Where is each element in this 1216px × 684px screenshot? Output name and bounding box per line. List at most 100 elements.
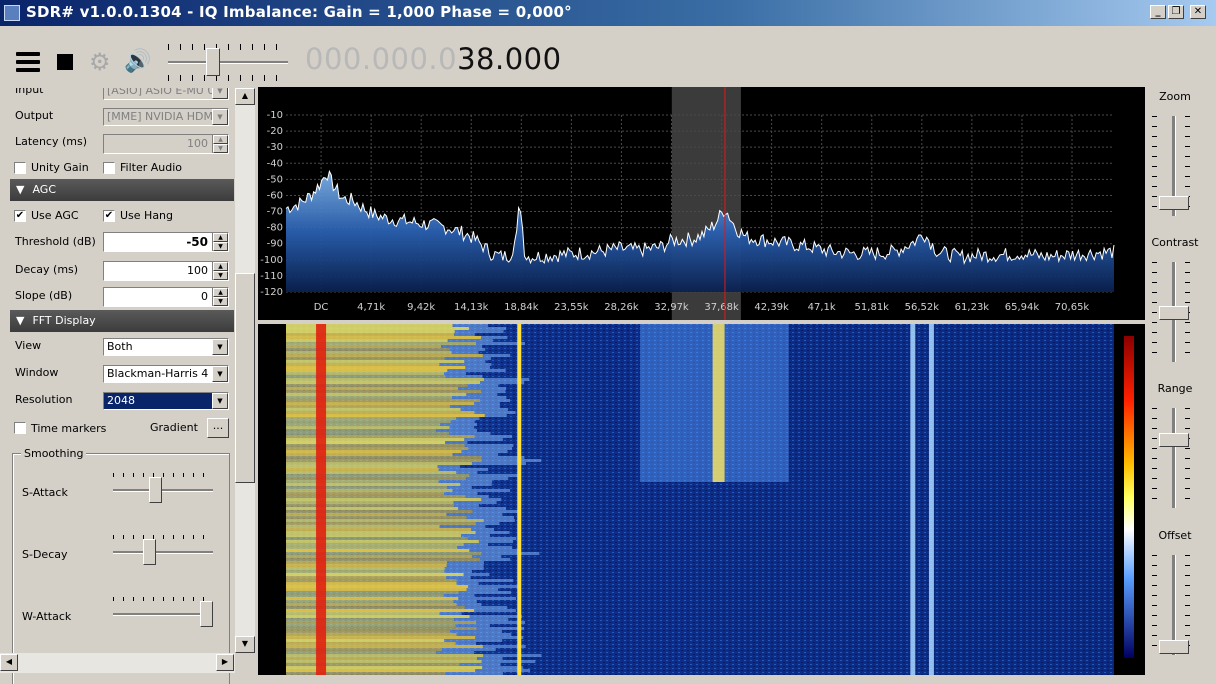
waterfall-row-edge <box>455 642 476 645</box>
app-icon <box>4 5 20 21</box>
stop-icon[interactable] <box>57 54 73 70</box>
waterfall-display[interactable] <box>258 324 1145 675</box>
waterfall-row-edge <box>467 537 517 540</box>
latency-field[interactable]: 100 ▲ ▼ <box>103 134 229 154</box>
s-attack-slider[interactable] <box>113 489 213 492</box>
spectrum-analyzer[interactable]: -10 -20 -30 -40 -50 -60 -70 -80 -90 -100 -110 -120 D… <box>258 87 1145 320</box>
gear-icon[interactable]: ⚙ <box>89 48 111 76</box>
scroll-right-icon[interactable]: ▶ <box>216 654 234 671</box>
waterfall-row <box>286 501 454 504</box>
waterfall-row-edge <box>444 567 484 570</box>
input-device-select[interactable]: [ASIO] ASIO E-MU 0202 ▼ <box>103 88 229 100</box>
waterfall-row-edge <box>444 570 472 573</box>
waterfall-row <box>286 597 459 600</box>
smoothing-groupbox: Smoothing S-Attack S-Decay W-Attack <box>12 447 230 684</box>
waterfall-row <box>286 504 455 507</box>
collapse-triangle-icon[interactable]: ▼ <box>16 183 24 196</box>
minimize-button[interactable]: _ <box>1150 5 1166 19</box>
volume-slider[interactable] <box>168 61 288 64</box>
scroll-down-icon[interactable]: ▼ <box>235 636 255 653</box>
waterfall-row <box>286 582 457 585</box>
scroll-up-icon[interactable]: ▲ <box>235 88 255 105</box>
spin-up-icon[interactable]: ▲ <box>213 233 228 242</box>
unity-gain-checkbox[interactable] <box>14 162 26 174</box>
output-device-select[interactable]: [MME] NVIDIA HDMI ▼ <box>103 108 229 126</box>
offset-slider-thumb[interactable] <box>1159 640 1189 654</box>
waterfall-row <box>286 381 481 384</box>
frequency-leading-digits[interactable]: 000.000.0 <box>305 42 457 76</box>
waterfall-row-edge <box>445 672 503 675</box>
speaker-icon[interactable]: 🔊 <box>124 49 151 74</box>
waterfall-row <box>286 399 481 402</box>
chevron-down-icon[interactable]: ▼ <box>212 366 228 382</box>
volume-ticks <box>168 75 288 81</box>
waterfall-row <box>286 396 453 399</box>
waterfall-row-edge <box>480 336 508 339</box>
filter-audio-checkbox[interactable] <box>103 162 115 174</box>
volume-slider-thumb[interactable] <box>206 48 220 76</box>
time-markers-checkbox[interactable] <box>14 422 26 434</box>
waterfall-row <box>286 654 484 657</box>
fft-display-section-header[interactable]: ▼ FFT Display <box>10 310 234 332</box>
use-hang-checkbox[interactable]: ✔ <box>103 210 115 222</box>
right-panel: Zoom Contrast Range Offset <box>1145 88 1216 684</box>
zoom-slider-thumb[interactable] <box>1159 196 1189 210</box>
spectrum-chart[interactable]: -10 -20 -30 -40 -50 -60 -70 -80 -90 -100 -110 -120 D… <box>258 87 1145 320</box>
s-attack-slider-thumb[interactable] <box>149 477 162 503</box>
waterfall-row <box>286 483 461 486</box>
contrast-slider-thumb[interactable] <box>1159 306 1189 320</box>
scroll-left-icon[interactable]: ◀ <box>0 654 18 671</box>
window-select[interactable]: Blackman-Harris 4 ▼ <box>103 365 229 383</box>
waterfall-row-edge <box>447 561 485 564</box>
w-attack-slider-thumb[interactable] <box>200 601 213 627</box>
frequency-display[interactable]: 000.000.038.000 <box>305 42 562 76</box>
waterfall-row <box>286 354 483 357</box>
left-panel-vertical-scrollbar[interactable]: ▲ ▼ <box>235 88 255 653</box>
spin-down-icon[interactable]: ▼ <box>213 297 228 306</box>
resolution-select[interactable]: 2048 ▼ <box>103 392 229 410</box>
left-panel-horizontal-scrollbar[interactable]: ◀ ▶ <box>0 653 235 673</box>
x-tick-label: 70,65k <box>1055 302 1090 313</box>
hamburger-icon[interactable] <box>16 52 40 72</box>
s-decay-slider-thumb[interactable] <box>143 539 156 565</box>
collapse-triangle-icon[interactable]: ▼ <box>16 314 24 327</box>
chevron-down-icon[interactable]: ▼ <box>212 393 228 409</box>
spin-down-icon[interactable]: ▼ <box>213 144 228 153</box>
agc-section-header[interactable]: ▼ AGC <box>10 179 234 201</box>
frequency-active-digits[interactable]: 38.000 <box>457 42 561 76</box>
spin-up-icon[interactable]: ▲ <box>213 262 228 271</box>
range-slider-thumb[interactable] <box>1159 433 1189 447</box>
spin-up-icon[interactable]: ▲ <box>213 135 228 144</box>
waterfall-row-edge <box>445 375 483 378</box>
spin-down-icon[interactable]: ▼ <box>213 271 228 280</box>
s-decay-slider[interactable] <box>113 551 213 554</box>
decay-field[interactable]: 100 ▲ ▼ <box>103 261 229 281</box>
waterfall-row-edge <box>481 459 542 462</box>
range-slider[interactable] <box>1172 408 1176 508</box>
use-agc-checkbox[interactable]: ✔ <box>14 210 26 222</box>
slope-field[interactable]: 0 ▲ ▼ <box>103 287 229 307</box>
threshold-field[interactable]: -50 ▲ ▼ <box>103 232 229 252</box>
window-title: SDR# v1.0.0.1304 - IQ Imbalance: Gain = … <box>26 3 572 21</box>
chevron-down-icon[interactable]: ▼ <box>212 88 228 99</box>
view-select[interactable]: Both ▼ <box>103 338 229 356</box>
x-tick-label: 9,42k <box>407 302 435 313</box>
chevron-down-icon[interactable]: ▼ <box>212 109 228 125</box>
chevron-down-icon[interactable]: ▼ <box>212 339 228 355</box>
y-tick-label: -50 <box>267 174 283 185</box>
maximize-button[interactable]: ❐ <box>1168 5 1184 19</box>
waterfall-color-scale <box>1124 336 1134 658</box>
waterfall-row-edge <box>468 447 512 450</box>
waterfall-row-edge <box>456 579 514 582</box>
spin-up-icon[interactable]: ▲ <box>213 288 228 297</box>
waterfall-chart[interactable] <box>258 324 1145 675</box>
spin-down-icon[interactable]: ▼ <box>213 242 228 251</box>
waterfall-row-edge <box>453 501 497 504</box>
close-button[interactable]: ✕ <box>1190 5 1206 19</box>
x-tick-label: 42,39k <box>754 302 789 313</box>
x-tick-label: 28,26k <box>604 302 639 313</box>
gradient-button[interactable]: ... <box>207 418 229 438</box>
w-attack-slider[interactable] <box>113 613 213 616</box>
x-tick-label: 23,55k <box>554 302 589 313</box>
vertical-scroll-thumb[interactable] <box>235 273 255 483</box>
